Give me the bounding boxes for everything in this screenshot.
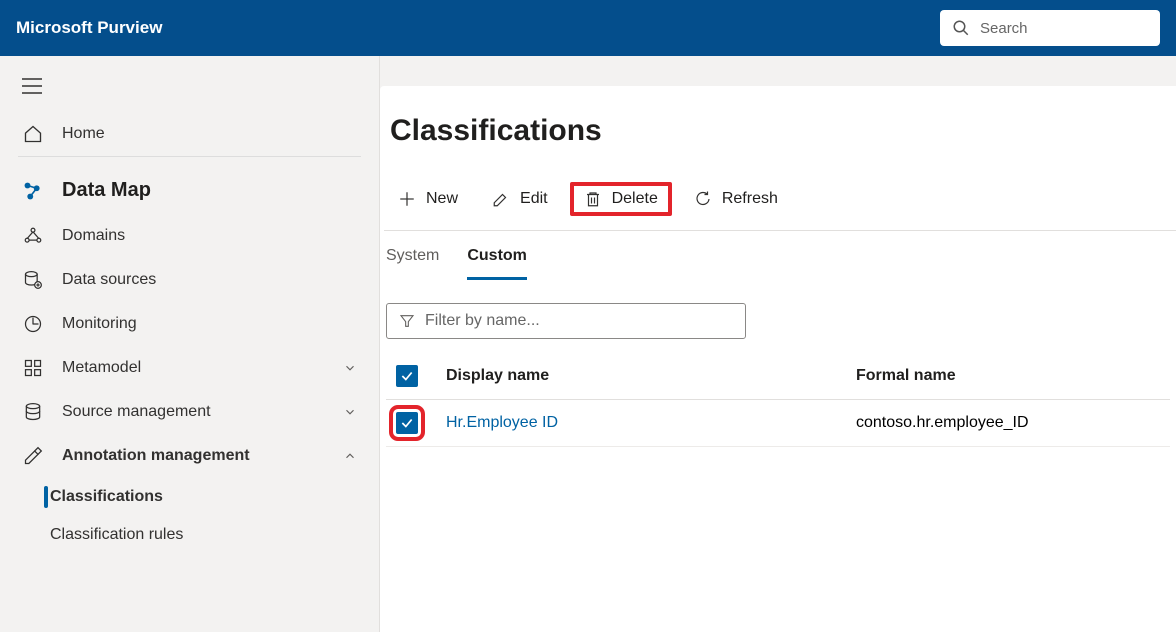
metamodel-icon bbox=[22, 358, 44, 378]
tab-custom[interactable]: Custom bbox=[467, 247, 527, 280]
monitoring-icon bbox=[22, 314, 44, 334]
data-sources-icon bbox=[22, 270, 44, 290]
search-container bbox=[940, 10, 1160, 46]
sidebar-item-annotation-management[interactable]: Annotation management bbox=[0, 434, 379, 478]
filter-row bbox=[380, 281, 1176, 353]
chevron-down-icon bbox=[343, 361, 357, 375]
sidebar-section-data-map[interactable]: Data Map bbox=[0, 163, 379, 214]
sidebar-subitem-label: Classification rules bbox=[50, 526, 183, 544]
refresh-icon bbox=[694, 190, 712, 208]
hamburger-menu-button[interactable] bbox=[0, 66, 379, 112]
filter-input-container bbox=[386, 303, 746, 339]
sidebar-item-source-management[interactable]: Source management bbox=[0, 390, 379, 434]
search-input[interactable] bbox=[980, 20, 1148, 37]
sidebar-item-label: Domains bbox=[62, 227, 125, 245]
sidebar-divider bbox=[18, 156, 361, 157]
sidebar-item-monitoring[interactable]: Monitoring bbox=[0, 302, 379, 346]
toolbar: New Edit Delete Refresh bbox=[384, 172, 1176, 231]
sidebar-subitem-label: Classifications bbox=[50, 488, 163, 506]
sidebar-item-label: Metamodel bbox=[62, 359, 141, 377]
select-all-checkbox[interactable] bbox=[396, 365, 418, 387]
plus-icon bbox=[398, 190, 416, 208]
tabs: System Custom bbox=[380, 231, 1176, 281]
sidebar-section-label: Data Map bbox=[62, 179, 151, 202]
column-header-display-name[interactable]: Display name bbox=[446, 367, 856, 385]
sidebar: Home Data Map Domains Data sources bbox=[0, 56, 380, 632]
sidebar-item-label: Monitoring bbox=[62, 315, 137, 333]
pencil-icon bbox=[492, 190, 510, 208]
filter-input[interactable] bbox=[425, 312, 733, 330]
sidebar-item-domains[interactable]: Domains bbox=[0, 214, 379, 258]
sidebar-item-label: Data sources bbox=[62, 271, 156, 289]
button-label: Delete bbox=[612, 190, 658, 208]
data-map-icon bbox=[22, 180, 44, 202]
sidebar-item-data-sources[interactable]: Data sources bbox=[0, 258, 379, 302]
row-checkbox[interactable] bbox=[396, 412, 418, 434]
row-formal-name: contoso.hr.employee_ID bbox=[856, 414, 1160, 432]
source-management-icon bbox=[22, 402, 44, 422]
row-display-name-link[interactable]: Hr.Employee ID bbox=[446, 414, 856, 432]
domains-icon bbox=[22, 226, 44, 246]
classifications-table: Display name Formal name Hr.Employee ID … bbox=[380, 353, 1176, 447]
app-title: Microsoft Purview bbox=[16, 18, 162, 38]
button-label: Edit bbox=[520, 190, 548, 208]
search-icon bbox=[952, 19, 970, 37]
app-header: Microsoft Purview bbox=[0, 0, 1176, 56]
sidebar-item-label: Home bbox=[62, 125, 105, 143]
button-label: New bbox=[426, 190, 458, 208]
home-icon bbox=[22, 124, 44, 144]
table-row: Hr.Employee ID contoso.hr.employee_ID bbox=[386, 400, 1170, 447]
filter-icon bbox=[399, 313, 415, 329]
page-title: Classifications bbox=[384, 114, 1176, 172]
column-header-formal-name[interactable]: Formal name bbox=[856, 367, 1160, 385]
main-content: Classifications New Edit Delete bbox=[380, 86, 1176, 632]
trash-icon bbox=[584, 190, 602, 208]
refresh-button[interactable]: Refresh bbox=[682, 184, 790, 214]
edit-button[interactable]: Edit bbox=[480, 184, 560, 214]
sidebar-subitem-classifications[interactable]: Classifications bbox=[0, 478, 379, 516]
annotation-management-icon bbox=[22, 446, 44, 466]
chevron-down-icon bbox=[343, 405, 357, 419]
sidebar-subitem-classification-rules[interactable]: Classification rules bbox=[0, 516, 379, 554]
table-header: Display name Formal name bbox=[386, 353, 1170, 400]
delete-button[interactable]: Delete bbox=[570, 182, 672, 216]
chevron-up-icon bbox=[343, 449, 357, 463]
sidebar-item-label: Annotation management bbox=[62, 447, 250, 465]
sidebar-item-label: Source management bbox=[62, 403, 211, 421]
sidebar-item-home[interactable]: Home bbox=[0, 112, 379, 156]
new-button[interactable]: New bbox=[386, 184, 470, 214]
button-label: Refresh bbox=[722, 190, 778, 208]
tab-system[interactable]: System bbox=[386, 247, 439, 280]
sidebar-item-metamodel[interactable]: Metamodel bbox=[0, 346, 379, 390]
